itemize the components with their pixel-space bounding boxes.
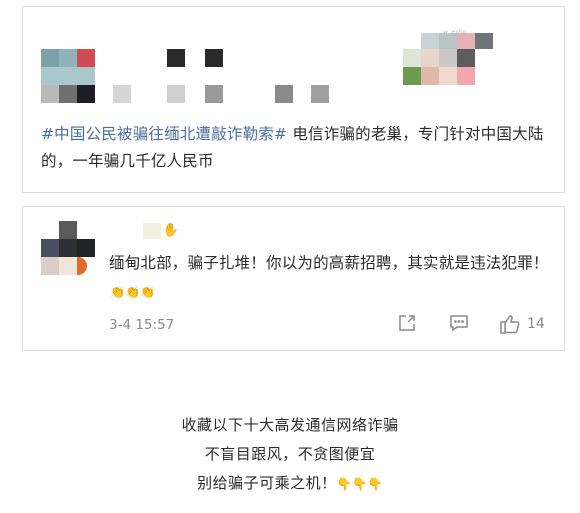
- mosaic-tile: [403, 67, 421, 85]
- footer-line-1: 收藏以下十大高发通信网络诈骗: [181, 416, 399, 434]
- comment-card: ✋ 缅甸北部，骗子扎堆！你以为的高薪招聘，其实就是违法犯罪！ 👏👏👏 3-4 15…: [22, 206, 565, 351]
- mosaic-tile: [421, 49, 439, 67]
- mosaic-tile: [77, 239, 95, 257]
- comment-text: 缅甸北部，骗子扎堆！你以为的高薪招聘，其实就是违法犯罪！ 👏👏👏: [109, 249, 549, 306]
- commenter-name-mosaic[interactable]: [143, 223, 161, 239]
- mosaic-tile: [41, 85, 59, 103]
- mosaic-tile: [167, 85, 185, 103]
- mosaic-tile: [421, 33, 439, 49]
- hand-badge-icon: ✋: [162, 222, 180, 238]
- like-count: 14: [527, 316, 545, 332]
- mosaic-tile: [59, 239, 77, 257]
- hashtag-link[interactable]: #中国公民被骗往缅北遭敲诈勒索#: [41, 125, 287, 143]
- footer-line-3: 别给骗子可乘之机！👇👇👇: [0, 472, 580, 493]
- thumbs-up-icon: [500, 315, 520, 334]
- mosaic-tile: [59, 257, 77, 275]
- mosaic-tile: [311, 85, 329, 103]
- share-icon: [399, 315, 415, 331]
- reply-button[interactable]: [449, 313, 469, 333]
- post-card: ʷ ᵉᶦᵇᵒ #中国公民被骗往缅北遭敲诈勒索# 电信诈骗的老巢，专门针对中国大陆…: [22, 6, 565, 193]
- mosaic-tile: [457, 49, 475, 67]
- mosaic-tile: [167, 49, 185, 67]
- comment-body: 缅甸北部，骗子扎堆！你以为的高薪招聘，其实就是违法犯罪！: [109, 254, 549, 272]
- mosaic-tile: [77, 85, 95, 103]
- mosaic-tile: [59, 221, 77, 239]
- mosaic-tile: [439, 67, 457, 85]
- pointing-down-icon: 👇👇👇: [336, 477, 383, 491]
- mosaic-tile: [41, 239, 59, 257]
- like-button[interactable]: 14: [499, 313, 545, 335]
- mosaic-tile: [439, 49, 457, 67]
- mosaic-tile: [41, 257, 59, 275]
- comment-avatar[interactable]: [41, 221, 97, 277]
- mosaic-tile: [77, 49, 95, 67]
- mosaic-tile: [205, 49, 223, 67]
- mosaic-tile: [77, 257, 87, 275]
- footer-line-3-text: 别给骗子可乘之机！: [197, 474, 337, 492]
- mosaic-tile: [113, 85, 131, 103]
- share-button[interactable]: [397, 313, 417, 333]
- comment-icon: [450, 315, 468, 332]
- mosaic-tile: [457, 67, 475, 85]
- post-body-text: #中国公民被骗往缅北遭敲诈勒索# 电信诈骗的老巢，专门针对中国大陆的，一年骗几千…: [41, 121, 556, 175]
- mosaic-tile: [59, 85, 77, 103]
- weibo-watermark-icon: ʷ ᵉᶦᵇᵒ: [443, 29, 467, 40]
- mosaic-tile: [403, 49, 421, 67]
- mosaic-tile: [59, 49, 77, 67]
- clap-emoji-icon: 👏👏👏: [110, 284, 156, 299]
- mosaic-tile: [275, 85, 293, 103]
- comment-timestamp: 3-4 15:57: [109, 317, 175, 333]
- mosaic-tile: [475, 33, 493, 49]
- mosaic-tile: [205, 85, 223, 103]
- mosaic-tile: [41, 67, 95, 85]
- mosaic-tile: [421, 67, 439, 85]
- mosaic-tile: [41, 49, 59, 67]
- footer-line-2: 不盲目跟风，不贪图便宜: [204, 445, 376, 463]
